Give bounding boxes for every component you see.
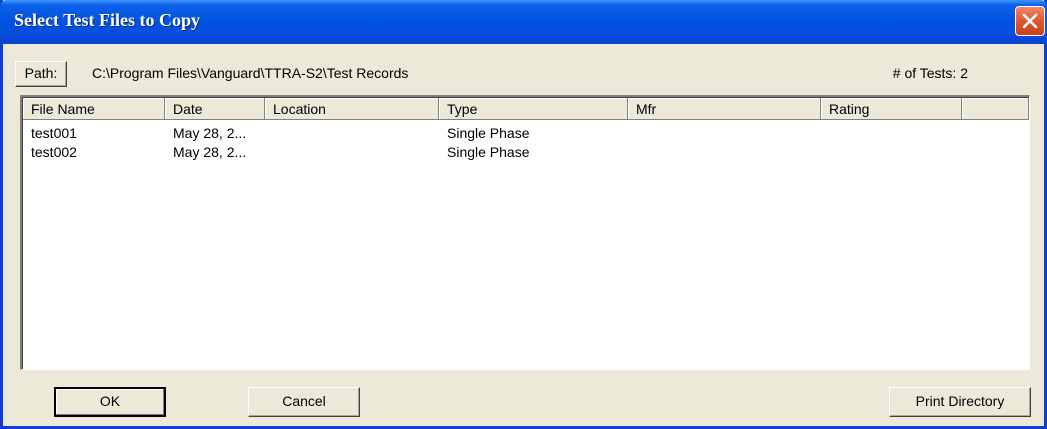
cell-type: Single Phase xyxy=(447,125,530,141)
cancel-button[interactable]: Cancel xyxy=(248,387,360,417)
cell-type: Single Phase xyxy=(447,144,530,160)
test-files-list[interactable]: File Name Date Location Type Mfr Rating … xyxy=(20,95,1030,370)
column-header-mfr[interactable]: Mfr xyxy=(628,98,821,120)
cell-location xyxy=(265,143,439,162)
column-header-rating[interactable]: Rating xyxy=(821,98,962,120)
column-header-file-name[interactable]: File Name xyxy=(23,98,165,120)
window-title: Select Test Files to Copy xyxy=(14,10,200,30)
cell-file-name: test001 xyxy=(31,125,77,141)
path-button[interactable]: Path: xyxy=(15,61,67,87)
cell-file-name: test002 xyxy=(31,144,77,160)
close-button[interactable] xyxy=(1015,6,1045,36)
cell-rating xyxy=(821,143,962,162)
table-row[interactable]: test001 May 28, 2... Single Phase xyxy=(23,124,1023,143)
dialog-window: Select Test Files to Copy Path: C:\Progr… xyxy=(0,0,1047,429)
title-bar[interactable]: Select Test Files to Copy xyxy=(0,0,1047,44)
test-count: # of Tests: 2 xyxy=(892,65,968,81)
path-value: C:\Program Files\Vanguard\TTRA-S2\Test R… xyxy=(92,65,409,81)
cell-date: May 28, 2... xyxy=(173,144,247,160)
table-row[interactable]: test002 May 28, 2... Single Phase xyxy=(23,143,1023,162)
cell-mfr xyxy=(628,143,821,162)
column-header-location[interactable]: Location xyxy=(265,98,439,120)
cell-rating xyxy=(821,124,962,143)
ok-button[interactable]: OK xyxy=(54,387,166,417)
cell-date: May 28, 2... xyxy=(173,125,247,141)
cell-location xyxy=(265,124,439,143)
close-icon xyxy=(1022,13,1038,29)
cell-mfr xyxy=(628,124,821,143)
column-header-type[interactable]: Type xyxy=(439,98,628,120)
column-header-extra[interactable] xyxy=(962,98,1029,120)
list-header: File Name Date Location Type Mfr Rating xyxy=(23,98,1029,120)
print-directory-button[interactable]: Print Directory xyxy=(889,387,1031,417)
column-header-date[interactable]: Date xyxy=(165,98,265,120)
